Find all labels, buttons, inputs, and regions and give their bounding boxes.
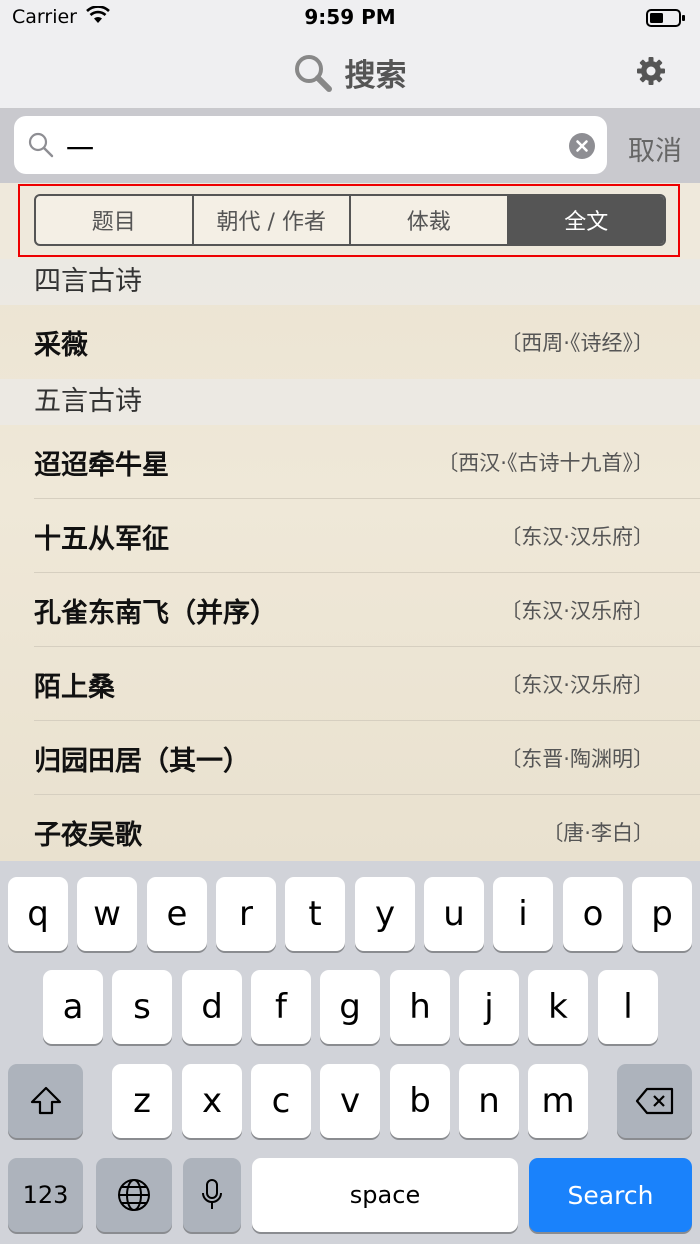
- key-u[interactable]: u: [424, 877, 484, 951]
- poem-title: 采薇: [34, 330, 88, 361]
- search-icon: [28, 132, 54, 162]
- key-s[interactable]: s: [112, 970, 172, 1044]
- list-item[interactable]: 采薇 〔西周·《诗经》〕: [0, 305, 700, 379]
- title-text: 搜索: [344, 58, 407, 94]
- poem-title: 归园田居（其一）: [34, 746, 250, 777]
- battery-icon: [646, 8, 686, 32]
- key-n[interactable]: n: [459, 1064, 519, 1138]
- globe-key[interactable]: [96, 1158, 172, 1232]
- clock: 9:59 PM: [304, 5, 396, 29]
- key-p[interactable]: p: [632, 877, 692, 951]
- page-title: 搜索: [0, 50, 700, 95]
- key-m[interactable]: m: [528, 1064, 588, 1138]
- poem-source: 〔东汉·汉乐府〕: [500, 673, 654, 697]
- key-t[interactable]: t: [285, 877, 345, 951]
- search-title-icon: [295, 54, 333, 92]
- key-z[interactable]: z: [112, 1064, 172, 1138]
- key-w[interactable]: w: [77, 877, 137, 951]
- globe-icon: [118, 1179, 150, 1211]
- key-f[interactable]: f: [251, 970, 311, 1044]
- poem-title: 陌上桑: [34, 672, 115, 703]
- search-scope-segmented-control: 题目 朝代 / 作者 体裁 全文: [34, 194, 666, 246]
- key-e[interactable]: e: [147, 877, 207, 951]
- key-r[interactable]: r: [216, 877, 276, 951]
- segment-title[interactable]: 题目: [36, 196, 194, 244]
- key-q[interactable]: q: [8, 877, 68, 951]
- segment-genre[interactable]: 体裁: [351, 196, 509, 244]
- key-y[interactable]: y: [355, 877, 415, 951]
- poem-title: 子夜吴歌: [34, 820, 142, 851]
- key-x[interactable]: x: [182, 1064, 242, 1138]
- key-d[interactable]: d: [182, 970, 242, 1044]
- poem-source: 〔东汉·汉乐府〕: [500, 525, 654, 549]
- poem-title: 孔雀东南飞（并序）: [34, 598, 277, 629]
- section-header: 五言古诗: [0, 379, 700, 425]
- list-item[interactable]: 十五从军征 〔东汉·汉乐府〕: [0, 499, 700, 573]
- poem-source: 〔唐·李白〕: [542, 821, 654, 845]
- search-query: 一: [66, 133, 95, 166]
- status-bar: Carrier 9:59 PM: [0, 0, 700, 36]
- list-item[interactable]: 陌上桑 〔东汉·汉乐府〕: [0, 647, 700, 721]
- microphone-icon: [202, 1179, 222, 1209]
- backspace-icon: [635, 1087, 673, 1115]
- space-key[interactable]: space: [252, 1158, 518, 1232]
- search-input[interactable]: 一: [14, 116, 607, 174]
- list-item[interactable]: 归园田居（其一） 〔东晋·陶渊明〕: [0, 721, 700, 795]
- key-v[interactable]: v: [320, 1064, 380, 1138]
- key-a[interactable]: a: [43, 970, 103, 1044]
- list-item[interactable]: 迢迢牵牛星 〔西汉·《古诗十九首》〕: [0, 425, 700, 499]
- key-i[interactable]: i: [493, 877, 553, 951]
- segment-full-text[interactable]: 全文: [508, 196, 664, 244]
- key-l[interactable]: l: [598, 970, 658, 1044]
- key-h[interactable]: h: [390, 970, 450, 1044]
- segment-dynasty-author[interactable]: 朝代 / 作者: [194, 196, 351, 244]
- search-bar: 一 取消: [0, 109, 700, 183]
- poem-source: 〔东晋·陶渊明〕: [500, 747, 654, 771]
- key-k[interactable]: k: [528, 970, 588, 1044]
- list-item[interactable]: 子夜吴歌 〔唐·李白〕: [0, 795, 700, 861]
- list-item[interactable]: 孔雀东南飞（并序） 〔东汉·汉乐府〕: [0, 573, 700, 647]
- poem-source: 〔西周·《诗经》〕: [500, 331, 654, 355]
- section-header: 四言古诗: [0, 259, 700, 305]
- poem-source: 〔西汉·《古诗十九首》〕: [437, 451, 654, 475]
- keyboard: q w e r t y u i o p a s d f g h j k l z …: [0, 861, 700, 1244]
- key-j[interactable]: j: [459, 970, 519, 1044]
- key-o[interactable]: o: [563, 877, 623, 951]
- key-c[interactable]: c: [251, 1064, 311, 1138]
- navigation-bar: 搜索: [0, 36, 700, 109]
- gear-icon[interactable]: [636, 56, 666, 90]
- cancel-button[interactable]: 取消: [628, 129, 682, 168]
- key-b[interactable]: b: [390, 1064, 450, 1138]
- clear-icon[interactable]: [569, 133, 595, 163]
- numbers-key[interactable]: 123: [8, 1158, 83, 1232]
- key-g[interactable]: g: [320, 970, 380, 1044]
- results-list[interactable]: 四言古诗 采薇 〔西周·《诗经》〕 五言古诗 迢迢牵牛星 〔西汉·《古诗十九首》…: [0, 259, 700, 861]
- microphone-key[interactable]: [183, 1158, 241, 1232]
- search-key[interactable]: Search: [529, 1158, 692, 1232]
- poem-source: 〔东汉·汉乐府〕: [500, 599, 654, 623]
- poem-title: 十五从军征: [34, 524, 169, 555]
- poem-title: 迢迢牵牛星: [34, 450, 169, 481]
- shift-icon: [30, 1086, 61, 1115]
- delete-key[interactable]: [617, 1064, 692, 1138]
- shift-key[interactable]: [8, 1064, 83, 1138]
